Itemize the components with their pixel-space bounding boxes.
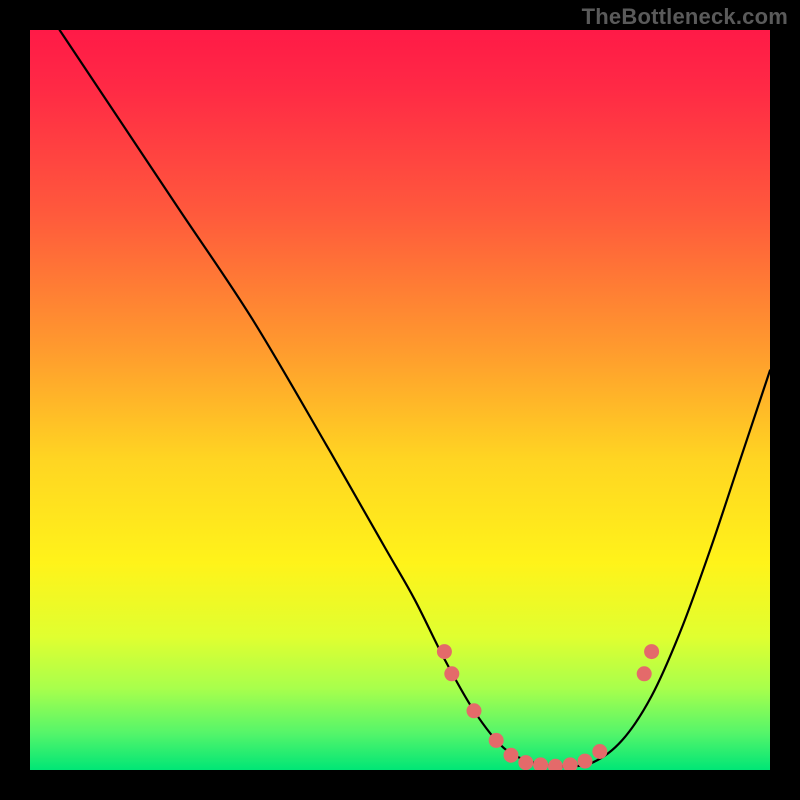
chart-frame: TheBottleneck.com: [0, 0, 800, 800]
flat-region-dots: [437, 644, 659, 770]
data-dot: [518, 755, 533, 770]
attribution-label: TheBottleneck.com: [582, 4, 788, 30]
data-dot: [548, 759, 563, 770]
chart-svg: [30, 30, 770, 770]
data-dot: [437, 644, 452, 659]
plot-area: [30, 30, 770, 770]
data-dot: [592, 744, 607, 759]
data-dot: [578, 754, 593, 769]
data-dot: [637, 666, 652, 681]
data-dot: [467, 703, 482, 718]
data-dot: [563, 757, 578, 770]
bottleneck-curve: [60, 30, 770, 766]
data-dot: [444, 666, 459, 681]
data-dot: [644, 644, 659, 659]
data-dot: [489, 733, 504, 748]
data-dot: [533, 757, 548, 770]
data-dot: [504, 748, 519, 763]
